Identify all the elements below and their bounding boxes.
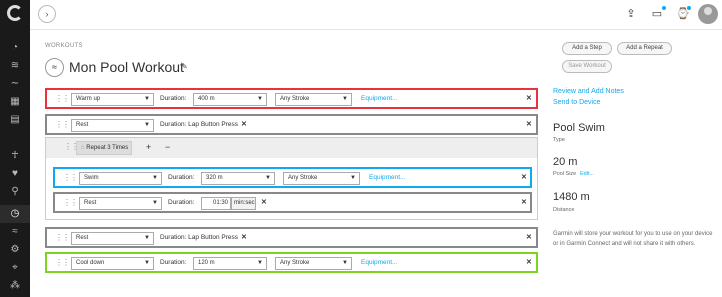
workout-type-value: Pool Swim bbox=[553, 122, 605, 134]
distance-select[interactable]: 400 m ▼ bbox=[193, 93, 267, 106]
add-repeat-button[interactable]: Add a Repeat bbox=[617, 42, 672, 55]
duration-label: Duration: bbox=[160, 259, 187, 266]
step-type-select[interactable]: Rest ▼ bbox=[71, 232, 154, 245]
save-workout-button[interactable]: Save Workout bbox=[562, 60, 612, 73]
repeat-header: ⋮⋮ ◌ Repeat 3 Times + − bbox=[46, 138, 537, 158]
running-icon[interactable]: ⚲ bbox=[9, 186, 21, 198]
stroke-select[interactable]: Any Stroke ▼ bbox=[275, 93, 352, 106]
step-type-select[interactable]: Warm up ▼ bbox=[71, 93, 154, 106]
step-rest: ⋮⋮ Rest ▼ Duration: Lap Button Press ✕ ✕ bbox=[45, 227, 538, 248]
duration-label: Duration: Lap Button Press bbox=[160, 121, 239, 128]
repeat-add-icon[interactable]: + bbox=[146, 142, 151, 152]
add-step-button[interactable]: Add a Step bbox=[562, 42, 612, 55]
step-type-select[interactable]: Rest ▼ bbox=[71, 119, 154, 132]
swim-type-icon: ≈ bbox=[45, 58, 64, 77]
notification-dot bbox=[662, 6, 666, 10]
pool-size-label: Pool Size bbox=[553, 171, 577, 177]
duration-label: Duration: bbox=[168, 174, 195, 181]
stopwatch-icon[interactable]: ◷ bbox=[9, 208, 21, 220]
close-icon[interactable]: ✕ bbox=[521, 198, 527, 208]
pool-size-value: 20 m bbox=[553, 156, 578, 168]
close-icon[interactable]: ✕ bbox=[526, 120, 532, 130]
drag-handle-icon[interactable]: ⋮⋮ bbox=[63, 174, 78, 182]
workout-type-label: Type bbox=[553, 137, 565, 143]
activity-icon[interactable]: ∼ bbox=[9, 78, 21, 90]
close-icon[interactable]: ✕ bbox=[526, 258, 532, 268]
location-icon[interactable]: ⌖ bbox=[9, 262, 21, 274]
privacy-note: Garmin will store your workout for you t… bbox=[553, 231, 713, 247]
training-icon[interactable]: ☥ bbox=[9, 150, 21, 162]
top-bar: › ⇪ ▭ ⌚ bbox=[30, 0, 722, 30]
step-swim: ⋮⋮ Swim ▼ Duration: 320 m ▼ Any Stroke ▼ Eq… bbox=[53, 167, 532, 188]
stroke-select[interactable]: Any Stroke ▼ bbox=[275, 257, 352, 270]
review-notes-link[interactable]: Review and Add Notes bbox=[553, 88, 624, 95]
close-icon[interactable]: ✕ bbox=[526, 233, 532, 243]
expand-sidebar-button[interactable]: › bbox=[38, 5, 56, 23]
drag-handle-icon[interactable]: ⋮⋮ bbox=[55, 234, 70, 242]
step-warmup: ⋮⋮ Warm up ▼ Duration: 400 m ▼ Any Stroke ▼… bbox=[45, 88, 538, 109]
distance-value: 1480 m bbox=[553, 191, 590, 203]
clear-duration-icon[interactable]: ✕ bbox=[241, 233, 247, 243]
step-cooldown: ⋮⋮ Cool down ▼ Duration: 120 m ▼ Any Strok… bbox=[45, 252, 538, 273]
step-rest: ⋮⋮ Rest ▼ Duration: Lap Button Press ✕ ✕ bbox=[45, 114, 538, 135]
page-title: Mon Pool Workout bbox=[69, 59, 184, 75]
drag-handle-icon[interactable]: ⋮⋮ bbox=[55, 259, 70, 267]
duration-label: Duration: bbox=[168, 199, 195, 206]
equipment-link[interactable]: Equipment... bbox=[361, 94, 398, 104]
time-input[interactable]: 01:30 bbox=[201, 197, 231, 210]
duration-label: Duration: bbox=[160, 95, 187, 102]
upload-icon[interactable]: ⇪ bbox=[624, 7, 638, 21]
drag-handle-icon[interactable]: ⋮⋮ bbox=[55, 121, 70, 129]
sidebar: ◔ ≋ ∼ ▦ ▤ ☥ ♥ ⚲ ◷ ≈ ⚙ ⌖ ⁂ bbox=[0, 0, 30, 297]
network-icon[interactable]: ⁂ bbox=[9, 280, 21, 292]
edit-pencil-icon[interactable]: ✎ bbox=[181, 62, 188, 71]
repeat-remove-icon[interactable]: − bbox=[165, 142, 170, 152]
device-notification-dot bbox=[687, 6, 691, 10]
step-rest: ⋮⋮ Rest ▼ Duration: 01:30 min:sec ✕ ✕ bbox=[53, 192, 532, 213]
clear-duration-icon[interactable]: ✕ bbox=[241, 120, 247, 130]
breadcrumb[interactable]: WORKOUTS bbox=[45, 43, 83, 49]
distance-select[interactable]: 320 m ▼ bbox=[201, 172, 275, 185]
repeat-count[interactable]: ◌ Repeat 3 Times bbox=[76, 141, 132, 155]
layers-icon[interactable]: ≋ bbox=[9, 60, 21, 72]
garmin-connect-logo[interactable] bbox=[7, 5, 23, 21]
repeat-block: ⋮⋮ ◌ Repeat 3 Times + − ⋮⋮ Swim ▼ Duratio… bbox=[45, 137, 538, 220]
calendar-icon[interactable]: ▦ bbox=[9, 96, 21, 108]
swim-icon[interactable]: ≈ bbox=[9, 226, 21, 238]
avatar[interactable] bbox=[698, 4, 718, 24]
send-to-device-link[interactable]: Send to Device bbox=[553, 99, 600, 106]
close-icon[interactable]: ✕ bbox=[526, 94, 532, 104]
distance-label: Distance bbox=[553, 207, 575, 213]
gear-icon[interactable]: ⚙ bbox=[9, 244, 21, 256]
time-unit: min:sec bbox=[231, 197, 256, 210]
equipment-link[interactable]: Equipment... bbox=[361, 258, 398, 268]
reports-icon[interactable]: ▤ bbox=[9, 114, 21, 126]
health-icon[interactable]: ♥ bbox=[9, 168, 21, 180]
drag-handle-icon[interactable]: ⋮⋮ bbox=[63, 199, 78, 207]
equipment-link[interactable]: Equipment... bbox=[369, 173, 406, 183]
dashboard-icon[interactable]: ◔ bbox=[9, 42, 21, 54]
step-type-select[interactable]: Swim ▼ bbox=[79, 172, 162, 185]
stroke-select[interactable]: Any Stroke ▼ bbox=[283, 172, 360, 185]
close-icon[interactable]: ✕ bbox=[521, 173, 527, 183]
distance-select[interactable]: 120 m ▼ bbox=[193, 257, 267, 270]
step-type-select[interactable]: Cool down ▼ bbox=[71, 257, 154, 270]
clear-duration-icon[interactable]: ✕ bbox=[261, 198, 267, 208]
duration-label: Duration: Lap Button Press bbox=[160, 234, 239, 241]
pool-size-edit-link[interactable]: Edit... bbox=[580, 171, 594, 177]
drag-handle-icon[interactable]: ⋮⋮ bbox=[55, 95, 70, 103]
step-type-select[interactable]: Rest ▼ bbox=[79, 197, 162, 210]
